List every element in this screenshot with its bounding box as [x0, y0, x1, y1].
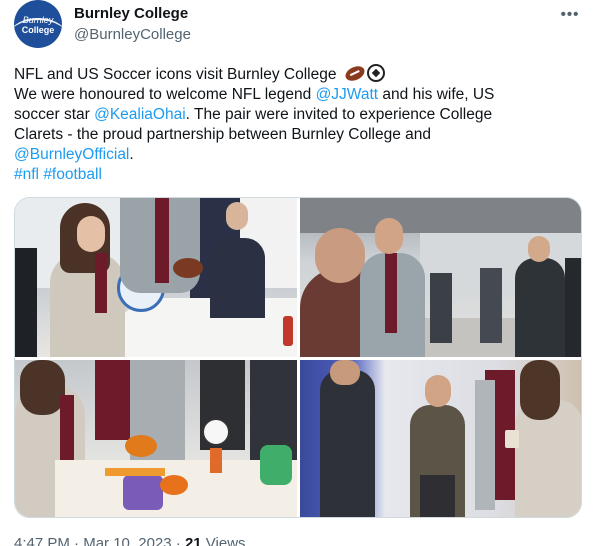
photo-2-far-person	[565, 258, 581, 357]
photo-4-speaker-legs	[420, 475, 455, 517]
text-line-1-content: NFL and US Soccer icons visit Burnley Co…	[14, 66, 337, 83]
photo-3-white-soccer-ball	[202, 418, 230, 446]
photo-1-man-scarf	[155, 198, 169, 283]
tweet-text: NFL and US Soccer icons visit Burnley Co…	[14, 63, 582, 185]
photo-3-orange-tray	[105, 468, 165, 476]
text-line-2: We were honoured to welcome NFL legend @…	[14, 85, 582, 105]
tweet: Burnley College Burnley College @Burnley…	[0, 0, 596, 546]
views-count: 21	[184, 535, 202, 546]
mention-jjwatt[interactable]: @JJWatt	[316, 86, 379, 103]
photo-2-person-back	[480, 268, 502, 343]
soccer-ball-icon	[366, 64, 385, 82]
photo-4-cup	[505, 430, 519, 448]
tweet-footer: 4:47 PM · Mar 10, 2023 · 21 Views	[14, 534, 246, 546]
handle[interactable]: @BurnleyCollege	[74, 25, 191, 45]
views-label: Views	[201, 535, 246, 546]
photo-3[interactable]	[15, 360, 297, 517]
tweet-date[interactable]: Mar 10, 2023	[83, 535, 171, 546]
photo-2-jjwatt-scarf	[385, 253, 397, 333]
text-line-2a: We were honoured to welcome NFL legend	[14, 86, 316, 103]
hashtag-football[interactable]: #football	[43, 166, 102, 183]
photo-1-person-suit	[210, 238, 265, 318]
avatar-logo-top: Burnley	[22, 15, 54, 25]
photo-4-woman-hair	[520, 360, 560, 420]
photo-2-foreground-head	[315, 228, 365, 283]
photo-2-jjwatt-head	[375, 218, 403, 254]
photo-3-purple-trophy	[123, 475, 163, 510]
photo-2-person-right	[515, 258, 565, 357]
photo-2[interactable]	[300, 198, 581, 357]
photo-3-man-scarf	[95, 360, 135, 440]
more-options-button[interactable]: •••	[560, 4, 580, 24]
text-line-5: @BurnleyOfficial.	[14, 145, 582, 165]
photo-2-right-head	[528, 236, 550, 262]
photo-4-man-jacket	[475, 380, 495, 510]
text-line-3: soccer star @KealiaOhai. The pair were i…	[14, 105, 582, 125]
photo-4[interactable]	[300, 360, 581, 517]
mention-kealiaohai[interactable]: @KealiaOhai	[94, 106, 186, 123]
footer-separator-2: ·	[171, 535, 185, 546]
photo-4-person-left	[320, 370, 375, 517]
avatar[interactable]: Burnley College	[14, 0, 62, 48]
text-line-5b: .	[129, 146, 134, 163]
photo-1-sauce-bottle	[283, 316, 293, 346]
hashtag-nfl[interactable]: #nfl	[14, 166, 39, 183]
text-line-3a: soccer star	[14, 106, 95, 123]
photo-2-person-mid	[430, 273, 452, 343]
display-name[interactable]: Burnley College	[74, 4, 191, 24]
photo-1-left-person	[15, 248, 37, 357]
media-grid	[14, 197, 582, 518]
photo-3-trophy-stand	[210, 448, 222, 473]
author-block: Burnley College @BurnleyCollege	[74, 4, 191, 45]
footer-separator-1: ·	[69, 535, 84, 546]
american-football-icon	[342, 63, 367, 84]
photo-3-orange-ball	[160, 475, 188, 495]
text-line-4: Clarets - the proud partnership between …	[14, 126, 432, 143]
photo-1-person-woman-face	[77, 216, 105, 252]
photo-4-speaker-head	[425, 375, 451, 407]
photo-1-american-football	[173, 258, 203, 278]
photo-3-woman-hair	[20, 360, 65, 415]
mention-burnleyofficial[interactable]: @BurnleyOfficial	[14, 146, 129, 163]
photo-1[interactable]	[15, 198, 297, 357]
avatar-logo-bottom: College	[21, 25, 55, 35]
text-line-6: #nfl #football	[14, 165, 582, 185]
photo-3-green-hand	[260, 445, 292, 485]
text-line-3b: . The pair were invited to experience Co…	[185, 106, 493, 123]
tweet-time[interactable]: 4:47 PM	[14, 535, 70, 546]
photo-3-orange-football	[125, 435, 157, 457]
photo-1-scarf	[95, 253, 107, 313]
photo-1-suit-face	[226, 202, 248, 230]
text-line-1: NFL and US Soccer icons visit Burnley Co…	[14, 63, 582, 85]
photo-4-left-head	[330, 360, 360, 385]
text-line-2b: and his wife, US	[378, 86, 495, 103]
